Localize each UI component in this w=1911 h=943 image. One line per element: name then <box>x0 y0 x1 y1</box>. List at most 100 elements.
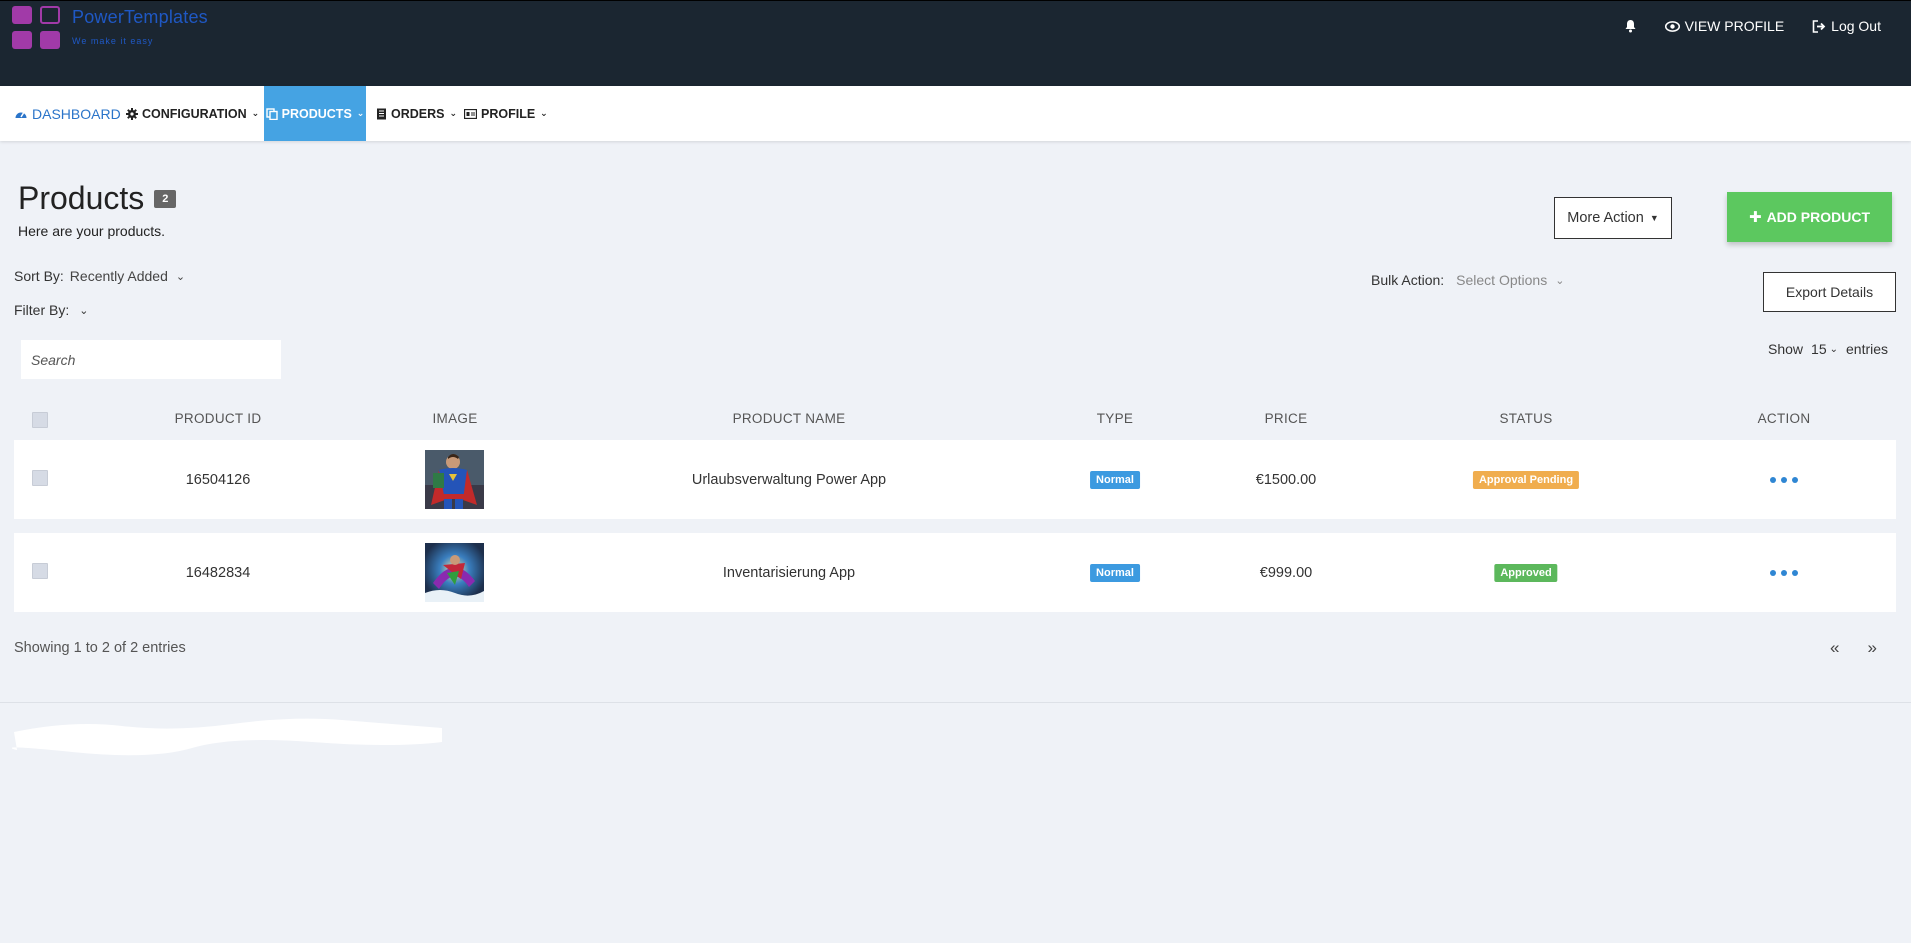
filter-control: Filter By: ⌄ <box>14 302 88 318</box>
sort-select[interactable]: Recently Added ⌄ <box>70 268 185 284</box>
row-checkbox[interactable] <box>32 470 48 486</box>
search-input[interactable] <box>21 340 281 379</box>
brand-logo[interactable]: PowerTemplates We make it easy <box>12 6 208 50</box>
chevron-down-icon: ⌄ <box>540 108 548 118</box>
nav-orders[interactable]: ORDERS ⌄ <box>376 86 457 141</box>
receipt-icon <box>377 108 386 119</box>
pagination-next-button[interactable]: » <box>1867 638 1876 658</box>
more-action-button[interactable]: More Action ▼ <box>1554 197 1672 239</box>
plus-icon: ✚ <box>1748 209 1762 226</box>
logout-link[interactable]: Log Out <box>1812 18 1881 34</box>
nav-orders-label: ORDERS <box>391 106 445 121</box>
logout-label: Log Out <box>1831 18 1881 34</box>
nav-profile-label: PROFILE <box>481 106 536 121</box>
top-header: PowerTemplates We make it easy VIEW PROF… <box>0 0 1911 86</box>
sort-label: Sort By: <box>14 268 64 284</box>
chevron-down-icon: ⌄ <box>1555 274 1565 287</box>
page-title-text: Products <box>18 180 145 216</box>
dashboard-gauge-icon <box>15 112 27 118</box>
column-header-product-name[interactable]: PRODUCT NAME <box>733 411 846 426</box>
product-price: €1500.00 <box>1255 471 1317 488</box>
status-badge: Approval Pending <box>1472 470 1580 489</box>
action-cell <box>1770 476 1798 483</box>
type-cell: Normal <box>1090 563 1140 582</box>
view-profile-link[interactable]: VIEW PROFILE <box>1664 18 1785 34</box>
copy-icon <box>265 107 278 120</box>
table-row: 16504126 Urlaubsverwaltung Power App Nor… <box>14 440 1896 519</box>
nav-dashboard-label: DASHBOARD <box>32 105 121 122</box>
chevron-down-icon: ⌄ <box>1829 343 1838 355</box>
logo-mark-icon <box>12 6 64 50</box>
brand-name: PowerTemplates <box>72 7 208 27</box>
nav-configuration-label: CONFIGURATION <box>142 106 247 121</box>
column-header-status[interactable]: STATUS <box>1499 411 1552 426</box>
product-name[interactable]: Inventarisierung App <box>723 565 855 581</box>
bulk-action-select[interactable]: Select Options ⌄ <box>1456 272 1564 288</box>
main-nav: DASHBOARD CONFIGURATION ⌄ PRODUCTS ⌄ ORD… <box>0 86 1911 141</box>
gear-icon <box>126 107 138 120</box>
entries-info: Showing 1 to 2 of 2 entries <box>14 640 186 656</box>
id-card-icon <box>464 108 477 119</box>
column-header-price[interactable]: PRICE <box>1265 411 1308 426</box>
product-price: €999.00 <box>1259 564 1313 581</box>
more-actions-ellipsis-icon[interactable] <box>1770 476 1798 483</box>
caret-down-icon: ▼ <box>1649 213 1659 223</box>
chevron-down-icon: ⌄ <box>356 108 365 118</box>
type-badge: Normal <box>1090 563 1140 582</box>
export-details-button[interactable]: Export Details <box>1763 272 1896 312</box>
bulk-action-control: Bulk Action: Select Options ⌄ <box>1371 272 1564 288</box>
redacted-scribble <box>12 718 442 756</box>
column-header-action: ACTION <box>1757 411 1811 426</box>
status-cell: Approved <box>1494 563 1558 582</box>
action-cell <box>1770 569 1798 576</box>
status-badge: Approved <box>1494 563 1558 582</box>
add-product-button[interactable]: ✚ ADD PRODUCT <box>1727 192 1892 242</box>
entries-label: entries <box>1846 341 1889 357</box>
more-action-label: More Action <box>1567 210 1644 226</box>
page-subtitle: Here are your products. <box>18 223 166 239</box>
chevron-down-icon: ⌄ <box>175 270 186 283</box>
column-header-image: IMAGE <box>432 411 478 426</box>
row-checkbox[interactable] <box>32 563 48 579</box>
product-id: 16504126 <box>185 471 251 488</box>
product-image[interactable] <box>425 543 484 602</box>
more-actions-ellipsis-icon[interactable] <box>1770 569 1798 576</box>
product-id: 16482834 <box>185 564 251 581</box>
bulk-action-label: Bulk Action: <box>1371 272 1445 288</box>
nav-configuration[interactable]: CONFIGURATION ⌄ <box>126 86 259 141</box>
sign-out-icon <box>1812 19 1826 33</box>
sort-value: Recently Added <box>69 268 168 284</box>
eye-icon <box>1664 20 1680 32</box>
page-title: Products 2 <box>18 180 177 217</box>
view-profile-label: VIEW PROFILE <box>1684 18 1785 34</box>
show-label: Show <box>1768 341 1804 357</box>
filter-select-chevron-icon[interactable]: ⌄ <box>79 304 88 317</box>
nav-products[interactable]: PRODUCTS ⌄ <box>264 86 366 141</box>
pagination: « » <box>1830 638 1877 658</box>
nav-profile[interactable]: PROFILE ⌄ <box>464 86 548 141</box>
add-product-label: ADD PRODUCT <box>1766 209 1871 225</box>
column-header-type[interactable]: TYPE <box>1097 411 1133 426</box>
table-row: 16482834 Inventarisierung App Normal €99… <box>14 533 1896 612</box>
footer-divider <box>0 702 1911 703</box>
bulk-action-value: Select Options <box>1456 272 1548 288</box>
column-header-product-id[interactable]: PRODUCT ID <box>175 411 262 426</box>
sort-control: Sort By: Recently Added ⌄ <box>14 268 185 284</box>
table-header: PRODUCT ID IMAGE PRODUCT NAME TYPE PRICE… <box>14 408 1896 432</box>
type-badge: Normal <box>1090 470 1140 489</box>
nav-products-label: PRODUCTS <box>281 106 352 121</box>
product-count-badge: 2 <box>154 189 177 208</box>
notifications-bell-icon[interactable] <box>1624 19 1637 33</box>
select-all-checkbox[interactable] <box>32 412 48 428</box>
page-size-select[interactable]: 15 ⌄ <box>1811 341 1838 357</box>
type-cell: Normal <box>1090 470 1140 489</box>
chevron-down-icon: ⌄ <box>251 108 260 118</box>
pagination-prev-button[interactable]: « <box>1830 638 1839 658</box>
product-name[interactable]: Urlaubsverwaltung Power App <box>692 472 886 488</box>
brand-tagline: We make it easy <box>72 36 154 46</box>
page-size-control: Show 15 ⌄ entries <box>1768 341 1888 357</box>
filter-label: Filter By: <box>14 302 70 318</box>
chevron-down-icon: ⌄ <box>449 108 458 118</box>
nav-dashboard[interactable]: DASHBOARD <box>14 86 121 141</box>
product-image[interactable] <box>425 450 484 509</box>
